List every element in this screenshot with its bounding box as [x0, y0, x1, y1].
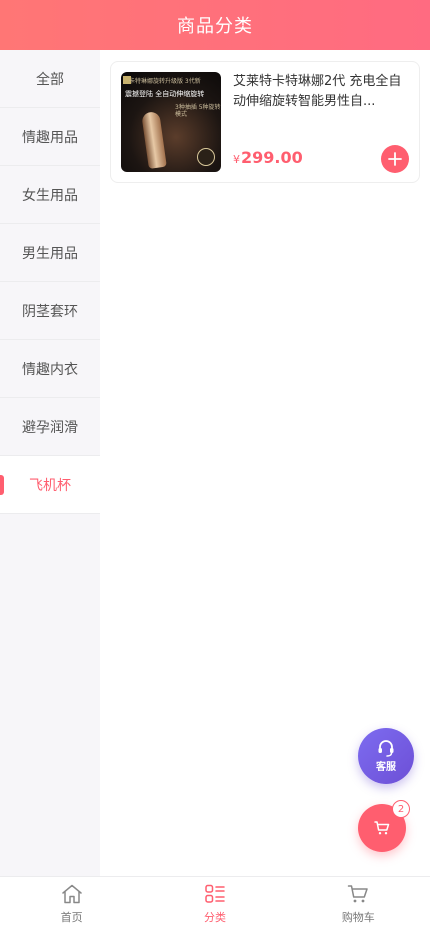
- tab-category[interactable]: 分类: [143, 877, 286, 932]
- bottom-tab-bar: 首页 分类 购物车: [0, 876, 430, 932]
- sidebar-item-label: 女生用品: [22, 187, 78, 204]
- sidebar-item-contraception[interactable]: 避孕润滑: [0, 398, 100, 456]
- cart-count-badge: 2: [392, 800, 410, 818]
- sidebar-item-label: 全部: [36, 71, 64, 88]
- image-text-modes: 3种抽插 5种旋转模式: [175, 104, 221, 119]
- app-root: 商品分类 全部 情趣用品 女生用品 男生用品 阴茎套环 情趣内衣 避孕润滑 飞机…: [0, 0, 430, 932]
- cart-icon: [374, 821, 390, 835]
- product-badge-icon: [197, 148, 215, 166]
- sidebar-item-label: 男生用品: [22, 245, 78, 262]
- tab-label: 分类: [203, 911, 226, 924]
- headset-icon: [378, 740, 394, 757]
- sidebar-item-rings[interactable]: 阴茎套环: [0, 282, 100, 340]
- plus-icon: [388, 152, 402, 166]
- sidebar-item-label: 避孕润滑: [22, 419, 78, 436]
- category-sidebar: 全部 情趣用品 女生用品 男生用品 阴茎套环 情趣内衣 避孕润滑 飞机杯: [0, 50, 100, 876]
- sidebar-item-all[interactable]: 全部: [0, 50, 100, 108]
- service-label: 客服: [376, 762, 396, 773]
- sidebar-item-adult-toys[interactable]: 情趣用品: [0, 108, 100, 166]
- customer-service-button[interactable]: 客服: [358, 728, 414, 784]
- product-card[interactable]: 卡特琳娜旋转升级版 3代新 震撼登陆 全自动伸缩旋转 3种抽插 5种旋转模式 艾…: [110, 61, 420, 183]
- tab-cart[interactable]: 购物车: [287, 877, 430, 932]
- sidebar-item-cups[interactable]: 飞机杯: [0, 456, 100, 514]
- product-image: 卡特琳娜旋转升级版 3代新 震撼登陆 全自动伸缩旋转 3种抽插 5种旋转模式: [121, 72, 221, 172]
- cart-icon: [348, 885, 369, 903]
- price-value: 299.00: [241, 148, 303, 167]
- sidebar-item-label: 情趣内衣: [22, 361, 78, 378]
- sidebar-item-label: 阴茎套环: [22, 303, 78, 320]
- tab-home[interactable]: 首页: [0, 877, 143, 932]
- image-text-top: 卡特琳娜旋转升级版 3代新: [129, 78, 201, 85]
- image-text-headline: 震撼登陆 全自动伸缩旋转: [125, 90, 205, 98]
- floating-cart-button[interactable]: 2: [358, 800, 410, 852]
- page-title: 商品分类: [177, 16, 253, 37]
- active-indicator: [0, 475, 4, 495]
- home-icon: [61, 884, 82, 904]
- product-device-shape: [141, 111, 167, 169]
- sidebar-item-women[interactable]: 女生用品: [0, 166, 100, 224]
- tab-label: 首页: [60, 911, 83, 924]
- sidebar-item-label: 飞机杯: [29, 477, 71, 494]
- sidebar-item-men[interactable]: 男生用品: [0, 224, 100, 282]
- header-bar: 商品分类: [0, 0, 430, 50]
- tab-label: 购物车: [341, 911, 375, 924]
- product-price: ¥299.00: [233, 148, 303, 167]
- currency-symbol: ¥: [233, 153, 240, 166]
- add-to-cart-button[interactable]: [381, 145, 409, 173]
- category-icon: [205, 884, 225, 903]
- sidebar-item-label: 情趣用品: [22, 129, 78, 146]
- product-name: 艾莱特卡特琳娜2代 充电全自动伸缩旋转智能男性自...: [233, 74, 402, 109]
- sidebar-item-lingerie[interactable]: 情趣内衣: [0, 340, 100, 398]
